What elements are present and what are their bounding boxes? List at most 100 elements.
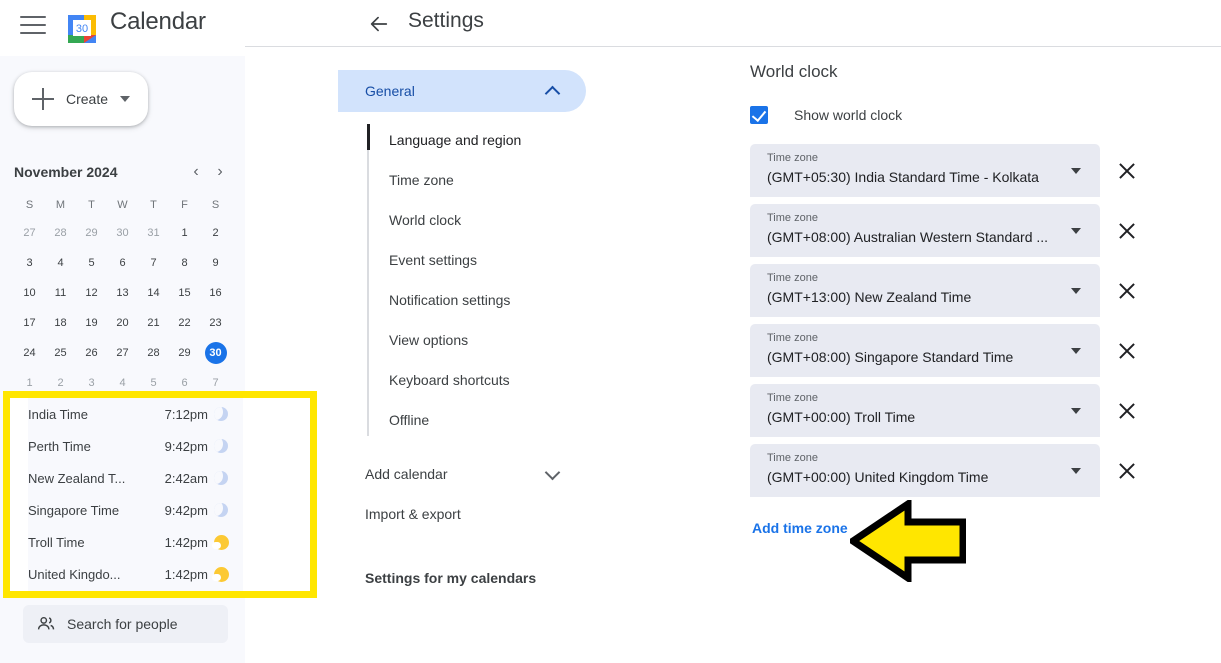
mini-calendar-day[interactable]: 18 [45,308,76,338]
mini-calendar-day[interactable]: 8 [169,248,200,278]
mini-calendar-day[interactable]: 5 [76,248,107,278]
mini-calendar-day[interactable]: 19 [76,308,107,338]
chevron-down-icon [1071,168,1081,174]
mini-calendar-day[interactable]: 2 [200,218,231,248]
mini-calendar-day[interactable]: 28 [45,218,76,248]
mini-calendar-day[interactable]: 25 [45,338,76,368]
moon-icon-shape [214,503,228,517]
mini-calendar-day[interactable]: 17 [14,308,45,338]
mini-calendar-week: 17 18 19 20 21 22 23 [14,308,232,338]
sidebar-item-time-zone[interactable]: Time zone [338,160,588,200]
remove-timezone-button[interactable] [1114,278,1140,304]
timezone-caption: Time zone [767,212,818,224]
mini-calendar-dow-0: S [25,199,34,211]
back-arrow-icon[interactable] [365,10,393,38]
sidebar-item-import-export[interactable]: Import & export [338,494,586,534]
mini-calendar-day[interactable]: 21 [138,308,169,338]
moon-icon [208,503,234,517]
sidebar-item-view-options[interactable]: View options [338,320,588,360]
mini-calendar-day[interactable]: 20 [107,308,138,338]
mini-calendar-day-headers: SMTWTFS [14,192,232,218]
timezone-value: (GMT+00:00) United Kingdom Time [767,469,989,485]
mini-calendar-day[interactable]: 12 [76,278,107,308]
mini-calendar-day[interactable]: 16 [200,278,231,308]
world-clock-time: 2:42am [164,470,208,486]
mini-calendar-day[interactable]: 9 [200,248,231,278]
mini-calendar-day[interactable]: 10 [14,278,45,308]
moon-icon-shape [214,407,228,421]
mini-calendar-day[interactable]: 6 [107,248,138,278]
world-clock-zone-name: New Zealand T... [28,470,126,486]
world-clock-row: Singapore Time 9:42pm [28,494,243,526]
remove-timezone-button[interactable] [1114,398,1140,424]
hamburger-icon[interactable] [20,16,46,38]
mini-calendar-day[interactable]: 22 [169,308,200,338]
mini-calendar-day[interactable]: 31 [138,218,169,248]
sidebar-item-general[interactable]: General [338,70,586,112]
mini-calendar-day[interactable]: 29 [76,218,107,248]
sidebar-item-add-calendar[interactable]: Add calendar [338,454,586,494]
next-month-button[interactable]: › [208,160,232,184]
show-world-clock-checkbox[interactable] [750,106,768,124]
chevron-down-icon [1071,348,1081,354]
timezone-select[interactable]: Time zone (GMT+08:00) Singapore Standard … [750,324,1100,377]
add-time-zone-link[interactable]: Add time zone [752,520,848,536]
sidebar-item-notification-settings[interactable]: Notification settings [338,280,588,320]
world-clock-time: 7:12pm [164,406,208,422]
mini-calendar-day[interactable]: 3 [14,248,45,278]
timezone-caption: Time zone [767,452,818,464]
remove-timezone-button[interactable] [1114,218,1140,244]
search-for-people-input[interactable]: Search for people [23,605,228,643]
world-clock-zone-name: United Kingdo... [28,566,121,582]
timezone-caption: Time zone [767,392,818,404]
plus-icon [32,88,54,110]
mini-calendar-week: 3456789 [14,248,232,278]
mini-calendar-day[interactable]: 15 [169,278,200,308]
mini-calendar-day[interactable]: 30 [200,338,231,368]
sidebar-item-offline[interactable]: Offline [338,400,588,440]
app-topbar: 30 Calendar [0,0,245,56]
left-sidebar: 30 Calendar Create November 2024 ‹ › S M T… [0,0,317,663]
mini-calendar-day[interactable]: 27 [107,338,138,368]
mini-calendar-day[interactable]: 11 [45,278,76,308]
sidebar-item-event-settings[interactable]: Event settings [338,240,588,280]
timezone-select[interactable]: Time zone (GMT+05:30) India Standard Time… [750,144,1100,197]
sidebar-item-world-clock[interactable]: World clock [338,200,588,240]
world-clock-row: India Time 7:12pm [28,398,243,430]
mini-calendar-day[interactable]: 27 [14,218,45,248]
mini-calendar-day[interactable]: 14 [138,278,169,308]
calendar-logo-icon: 30 [64,11,100,47]
sidebar-item-keyboard-shortcuts[interactable]: Keyboard shortcuts [338,360,588,400]
timezone-value: (GMT+00:00) Troll Time [767,409,916,425]
mini-calendar-day[interactable]: 1 [169,218,200,248]
mini-calendar-day[interactable]: 23 [200,308,231,338]
mini-calendar-dow-4: T [150,199,157,211]
remove-timezone-button[interactable] [1114,158,1140,184]
timezone-select[interactable]: Time zone (GMT+08:00) Australian Western … [750,204,1100,257]
app-brand-title: Calendar [110,8,206,35]
chevron-up-icon [544,85,561,101]
mini-calendar-day[interactable]: 30 [107,218,138,248]
mini-calendar-day[interactable]: 26 [76,338,107,368]
sidebar-item-settings-for-my-calendars[interactable]: Settings for my calendars [338,558,586,598]
mini-calendar-dow-1: M [55,199,66,211]
mini-calendar-day[interactable]: 7 [138,248,169,278]
mini-calendar-day[interactable]: 24 [14,338,45,368]
mini-calendar-day[interactable]: 13 [107,278,138,308]
mini-calendar-today[interactable]: 30 [204,342,227,364]
mini-calendar-day[interactable]: 29 [169,338,200,368]
world-clock-row: Perth Time 9:42pm [28,430,243,462]
timezone-select[interactable]: Time zone (GMT+13:00) New Zealand Time [750,264,1100,317]
timezone-select[interactable]: Time zone (GMT+00:00) Troll Time [750,384,1100,437]
mini-calendar-day[interactable]: 28 [138,338,169,368]
world-clock-zone-name: Troll Time [28,534,85,550]
world-clock-zone-name: Perth Time [28,438,91,454]
remove-timezone-button[interactable] [1114,338,1140,364]
sidebar-item-language-and-region[interactable]: Language and region [338,120,588,160]
create-button[interactable]: Create [14,72,148,126]
prev-month-button[interactable]: ‹ [184,160,208,184]
mini-calendar-day[interactable]: 4 [45,248,76,278]
sidebar-item-settings-for-my-calendars-label: Settings for my calendars [365,570,537,586]
timezone-select[interactable]: Time zone (GMT+00:00) United Kingdom Time [750,444,1100,497]
remove-timezone-button[interactable] [1114,458,1140,484]
